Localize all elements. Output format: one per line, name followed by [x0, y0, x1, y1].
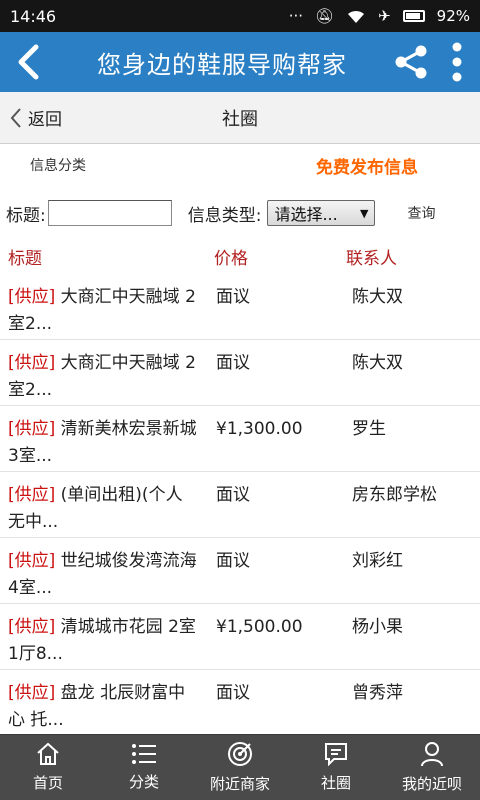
row-price: ¥1,300.00: [216, 419, 303, 439]
row-title[interactable]: [供应] 盘龙 北辰财富中心 托...: [8, 680, 198, 734]
table-row[interactable]: [供应] 大商汇中天融域 2室2... 面议 陈大双: [0, 274, 480, 340]
row-contact: 曾秀萍: [352, 683, 403, 703]
home-icon: [37, 742, 59, 765]
info-category-link[interactable]: 信息分类: [30, 155, 86, 175]
more-options-button[interactable]: [434, 32, 480, 92]
wifi-icon: [348, 10, 365, 23]
share-icon: [395, 45, 427, 79]
tab-community[interactable]: 社圈: [288, 735, 384, 800]
row-tag: [供应]: [8, 287, 56, 307]
more-vertical-icon: [452, 42, 462, 82]
tab-label: 首页: [32, 774, 63, 792]
target-icon: [228, 742, 252, 766]
table-row[interactable]: [供应] 大商汇中天融域 2室2... 面议 陈大双: [0, 340, 480, 406]
row-price: 面议: [216, 353, 250, 373]
row-contact: 房东郎学松: [352, 485, 437, 505]
row-price: 面议: [216, 485, 250, 505]
back-arrow-button[interactable]: [0, 32, 56, 92]
tab-home[interactable]: 首页: [0, 735, 96, 800]
return-label: 返回: [28, 110, 62, 130]
table-row[interactable]: [供应] 世纪城俊发湾流海 4室... 面议 刘彩红: [0, 538, 480, 604]
type-select[interactable]: 请选择... ▼: [267, 200, 376, 226]
table-row[interactable]: [供应] (单间出租)(个人无中... 面议 房东郎学松: [0, 472, 480, 538]
more-dots-icon: ···: [288, 7, 304, 25]
listing-table: [供应] 大商汇中天融域 2室2... 面议 陈大双 [供应] 大商汇中天融域 …: [0, 274, 480, 736]
publish-info-link[interactable]: 免费发布信息: [316, 153, 418, 178]
row-contact: 陈大双: [352, 287, 403, 307]
share-button[interactable]: [388, 32, 434, 92]
row-contact: 刘彩红: [352, 551, 403, 571]
table-row[interactable]: [供应] 清新美林宏景新城 3室... ¥1,300.00 罗生: [0, 406, 480, 472]
airplane-icon: ✈: [378, 7, 391, 25]
status-bar: 14:46 ··· 🔕︎ ✈ 92%: [0, 0, 480, 32]
row-title[interactable]: [供应] 清新美林宏景新城 3室...: [8, 416, 198, 470]
sub-nav: 返回 社圈: [0, 92, 480, 144]
return-button[interactable]: 返回: [0, 105, 120, 130]
row-title[interactable]: [供应] 世纪城俊发湾流海 4室...: [8, 548, 198, 602]
battery-level: 92%: [436, 7, 470, 25]
header-contact: 联系人: [346, 249, 397, 269]
type-select-value: 请选择...: [274, 205, 338, 224]
title-label: 标题:: [6, 205, 46, 226]
tab-label: 社圈: [320, 774, 351, 792]
person-icon: [421, 742, 443, 767]
tab-mine[interactable]: 我的近呗: [384, 735, 480, 800]
search-row: 标题: 信息类型: 请选择... ▼ 查询: [0, 196, 480, 230]
row-title[interactable]: [供应] 清城城市花园 2室1厅8...: [8, 614, 198, 668]
mute-icon: 🔕︎: [315, 7, 335, 25]
table-row[interactable]: [供应] 盘龙 北辰财富中心 托... 面议 曾秀萍: [0, 670, 480, 736]
app-title: 您身边的鞋服导购帮家: [97, 50, 347, 79]
row-price: 面议: [216, 287, 250, 307]
table-row[interactable]: [供应] 清城城市花园 2室1厅8... ¥1,500.00 杨小果: [0, 604, 480, 670]
query-button[interactable]: 查询: [407, 203, 435, 223]
bottom-tab-bar: 首页 分类 附近商家 社圈 我的近呗: [0, 734, 480, 800]
tab-label: 分类: [128, 773, 159, 791]
row-contact: 杨小果: [352, 617, 403, 637]
title-search-input[interactable]: [47, 200, 172, 226]
info-row: 信息分类 免费发布信息: [0, 148, 480, 182]
row-tag: [供应]: [8, 617, 56, 637]
row-contact: 罗生: [352, 419, 386, 439]
tab-category[interactable]: 分类: [96, 735, 192, 800]
status-time: 14:46: [10, 6, 57, 26]
row-contact: 陈大双: [352, 353, 403, 373]
row-price: 面议: [216, 551, 250, 571]
row-price: ¥1,500.00: [216, 617, 303, 637]
list-icon: [132, 744, 156, 764]
row-title[interactable]: [供应] 大商汇中天融域 2室2...: [8, 350, 198, 404]
row-price: 面议: [216, 683, 250, 703]
header-title: 标题: [8, 249, 42, 269]
type-label: 信息类型:: [187, 205, 262, 226]
row-tag: [供应]: [8, 419, 56, 439]
status-icons: ··· 🔕︎ ✈ 92%: [289, 7, 470, 25]
tab-label: 我的近呗: [401, 775, 462, 793]
message-icon: [325, 743, 347, 766]
row-tag: [供应]: [8, 353, 56, 373]
tab-label: 附近商家: [209, 775, 270, 793]
row-tag: [供应]: [8, 551, 56, 571]
row-tag: [供应]: [8, 683, 56, 703]
header-price: 价格: [214, 249, 248, 269]
app-bar: 您身边的鞋服导购帮家: [0, 32, 480, 92]
chevron-left-icon: [18, 44, 39, 80]
row-title[interactable]: [供应] 大商汇中天融域 2室2...: [8, 284, 198, 338]
table-header: 标题 价格 联系人: [0, 240, 480, 270]
chevron-left-icon: [10, 107, 21, 128]
row-tag: [供应]: [8, 485, 56, 505]
row-title[interactable]: [供应] (单间出租)(个人无中...: [8, 482, 198, 536]
tab-nearby[interactable]: 附近商家: [192, 735, 288, 800]
dropdown-arrow-icon: ▼: [360, 206, 369, 220]
battery-icon: [402, 10, 425, 22]
